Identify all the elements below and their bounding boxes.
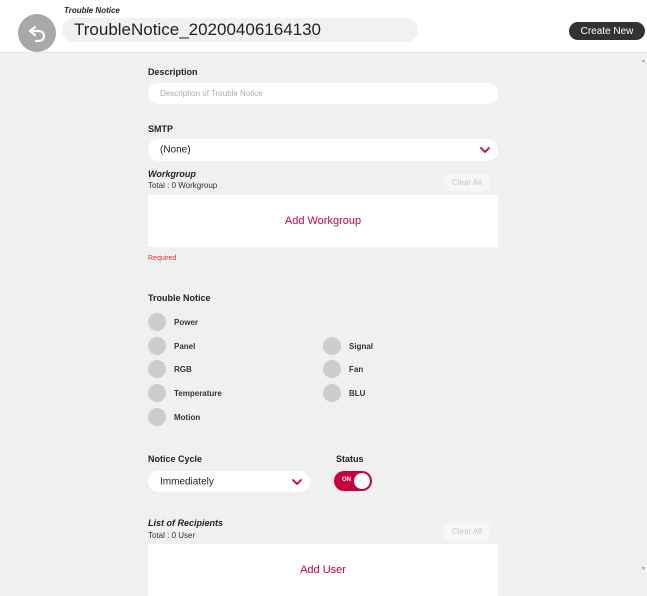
header-label: Trouble Notice bbox=[64, 6, 120, 15]
recipients-label: List of Recipients bbox=[148, 518, 224, 528]
chevron-down-icon bbox=[292, 478, 302, 485]
workgroup-total: Total : 0 Workgroup bbox=[148, 181, 218, 190]
checkbox-rgb[interactable]: RGB bbox=[148, 360, 192, 378]
checkbox-circle bbox=[148, 313, 166, 331]
checkbox-circle bbox=[148, 360, 166, 378]
toggle-text: ON bbox=[342, 477, 351, 483]
workgroup-required-text: Required bbox=[148, 255, 177, 262]
status-label: Status bbox=[336, 454, 364, 464]
add-workgroup-button[interactable]: Add Workgroup bbox=[148, 195, 498, 247]
checkbox-label: Signal bbox=[349, 341, 374, 351]
checkbox-label: Temperature bbox=[174, 388, 222, 398]
notice-cycle-value: Immediately bbox=[160, 476, 214, 487]
checkbox-label: Power bbox=[174, 317, 199, 327]
checkbox-label: Panel bbox=[174, 341, 196, 351]
checkbox-circle bbox=[323, 337, 341, 355]
checkbox-blu[interactable]: BLU bbox=[323, 384, 365, 402]
checkbox-label: Fan bbox=[349, 364, 364, 374]
scroll-up-arrow[interactable]: ▲ bbox=[641, 58, 646, 64]
checkbox-power[interactable]: Power bbox=[148, 313, 198, 331]
workgroup-clear-all-button[interactable]: Clear All bbox=[444, 174, 490, 191]
checkbox-circle bbox=[323, 384, 341, 402]
checkbox-label: Motion bbox=[174, 412, 201, 422]
checkbox-circle bbox=[148, 408, 166, 426]
checkbox-panel[interactable]: Panel bbox=[148, 337, 195, 355]
form-content: ▲ Description SMTP (None) Workgroup Tota… bbox=[0, 53, 647, 596]
toggle-knob bbox=[354, 473, 370, 489]
smtp-select[interactable]: (None) bbox=[148, 139, 498, 161]
checkbox-label: RGB bbox=[174, 364, 192, 374]
smtp-value: (None) bbox=[160, 144, 191, 156]
status-toggle[interactable]: ON bbox=[334, 471, 372, 491]
checkbox-circle bbox=[148, 337, 166, 355]
checkbox-motion[interactable]: Motion bbox=[148, 408, 200, 426]
notice-cycle-label: Notice Cycle bbox=[148, 454, 203, 464]
chevron-down-icon bbox=[480, 147, 490, 153]
back-button[interactable] bbox=[18, 14, 56, 52]
add-user-button[interactable]: Add User bbox=[148, 544, 498, 596]
notice-title-input[interactable] bbox=[62, 18, 418, 42]
back-arrow-icon bbox=[28, 25, 46, 42]
header-bar: Trouble Notice Create New bbox=[0, 0, 647, 53]
checkbox-fan[interactable]: Fan bbox=[323, 360, 363, 378]
recipients-total: Total : 0 User bbox=[148, 531, 196, 540]
description-input[interactable] bbox=[148, 83, 498, 104]
checkbox-circle bbox=[148, 384, 166, 402]
create-new-button[interactable]: Create New bbox=[569, 22, 645, 40]
workgroup-label: Workgroup bbox=[148, 169, 196, 179]
smtp-label: SMTP bbox=[148, 124, 174, 134]
checkbox-label: BLU bbox=[349, 388, 366, 398]
notice-cycle-select[interactable]: Immediately bbox=[148, 471, 310, 492]
checkbox-circle bbox=[323, 360, 341, 378]
checkbox-signal[interactable]: Signal bbox=[323, 337, 373, 355]
scroll-down-arrow[interactable]: ▼ bbox=[641, 566, 646, 572]
trouble-notice-label: Trouble Notice bbox=[148, 293, 211, 303]
recipients-clear-all-button[interactable]: Clear All bbox=[444, 523, 490, 540]
description-label: Description bbox=[148, 67, 198, 77]
checkbox-temperature[interactable]: Temperature bbox=[148, 384, 222, 402]
